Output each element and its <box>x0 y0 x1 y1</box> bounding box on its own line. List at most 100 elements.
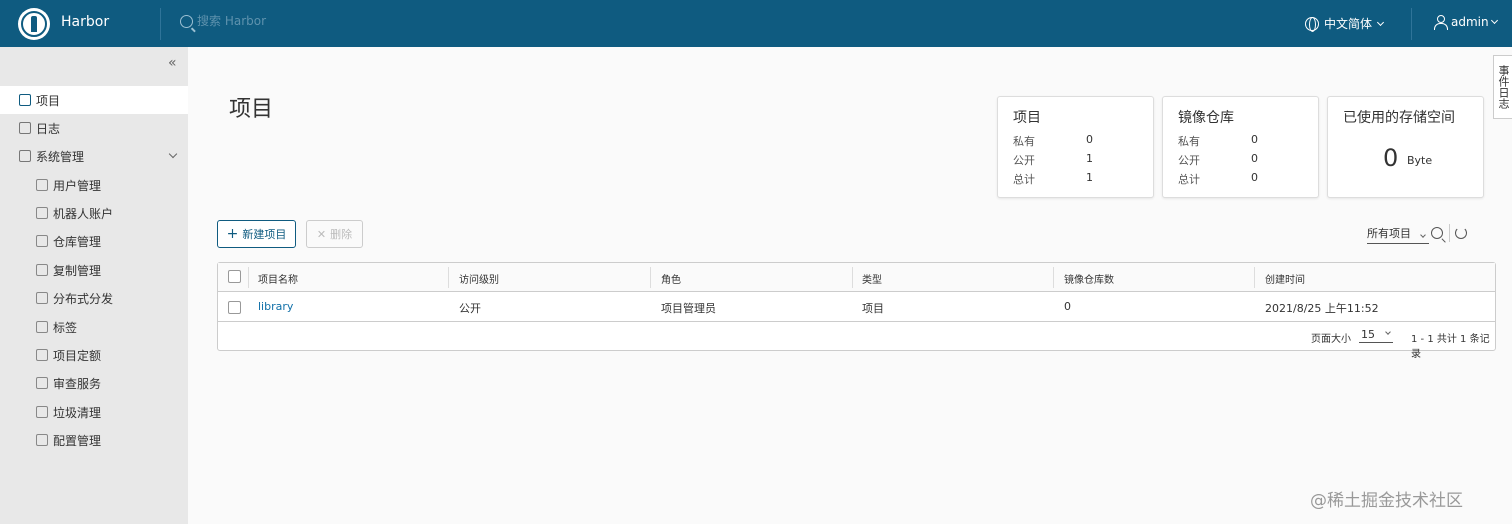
close-icon: ✕ <box>316 227 327 241</box>
robot-icon <box>36 207 48 219</box>
sidebar-item-label: 项目定额 <box>53 348 102 363</box>
sidebar-item-label: 系统管理 <box>36 149 85 164</box>
card-row-value: 1 <box>1086 171 1093 184</box>
delete-button[interactable]: ✕ 删除 <box>306 220 363 248</box>
column-header-role[interactable]: 角色 <box>661 271 681 286</box>
distribution-icon <box>36 292 48 304</box>
event-log-tab[interactable]: 事件日志 <box>1493 55 1512 119</box>
repos-summary-card: 镜像仓库 私有 0 公开 0 总计 0 <box>1162 96 1319 198</box>
sidebar-item-robot-accounts[interactable]: 机器人账户 <box>0 199 188 227</box>
column-divider <box>650 267 651 288</box>
divider <box>1449 224 1450 242</box>
sidebar-item-replications[interactable]: 复制管理 <box>0 256 188 284</box>
sidebar-item-projects[interactable]: 项目 <box>0 86 188 114</box>
sidebar-item-label: 仓库管理 <box>53 234 102 249</box>
log-icon <box>19 122 31 134</box>
chevron-down-icon <box>168 149 178 159</box>
column-divider <box>448 267 449 288</box>
sidebar-item-label: 配置管理 <box>53 433 102 448</box>
search-input[interactable] <box>197 14 397 28</box>
app-title[interactable]: Harbor <box>61 14 109 30</box>
sidebar-item-registries[interactable]: 仓库管理 <box>0 227 188 255</box>
table-row[interactable]: library 公开 项目管理员 项目 0 2021/8/25 上午11:52 <box>218 292 1495 322</box>
card-row-label: 公开 <box>1013 154 1035 167</box>
column-header-created[interactable]: 创建时间 <box>1265 271 1305 286</box>
column-header-repo-count[interactable]: 镜像仓库数 <box>1064 271 1114 286</box>
sidebar-item-label: 垃圾清理 <box>53 405 102 420</box>
sidebar-item-label: 日志 <box>36 121 61 136</box>
sidebar-item-label: 审查服务 <box>53 376 102 391</box>
sidebar-item-administration[interactable]: 系统管理 <box>0 142 188 170</box>
column-header-type[interactable]: 类型 <box>862 271 882 286</box>
filter-label: 所有项目 <box>1367 227 1411 240</box>
collapse-sidebar-icon[interactable]: « <box>168 55 177 71</box>
button-label: 删除 <box>330 228 353 241</box>
divider <box>160 8 161 40</box>
projects-summary-card: 项目 私有 0 公开 1 总计 1 <box>997 96 1154 198</box>
card-title: 已使用的存储空间 <box>1343 110 1455 126</box>
username: admin <box>1451 15 1489 29</box>
search-icon[interactable] <box>1431 227 1443 239</box>
column-divider <box>852 267 853 288</box>
globe-icon <box>1305 16 1319 32</box>
sidebar-item-interrogation[interactable]: 审查服务 <box>0 369 188 397</box>
creation-time: 2021/8/25 上午11:52 <box>1265 302 1379 315</box>
chevron-down-icon <box>1490 16 1498 25</box>
sidebar-item-users[interactable]: 用户管理 <box>0 171 188 199</box>
storage-summary-card: 已使用的存储空间 0 Byte <box>1327 96 1484 198</box>
project-filter-select[interactable]: 所有项目 <box>1367 225 1429 244</box>
refresh-icon[interactable] <box>1455 227 1467 239</box>
users-icon <box>36 179 48 191</box>
admin-icon <box>19 150 31 162</box>
sidebar-item-label: 分布式分发 <box>53 291 114 306</box>
chevron-down-icon <box>1385 329 1391 335</box>
column-divider <box>1053 267 1054 288</box>
sidebar-item-distribution[interactable]: 分布式分发 <box>0 284 188 312</box>
top-nav: Harbor 中文简体 admin <box>0 0 1512 47</box>
sidebar-item-configuration[interactable]: 配置管理 <box>0 426 188 454</box>
repo-count: 0 <box>1064 300 1071 313</box>
new-project-button[interactable]: + 新建项目 <box>217 220 296 248</box>
projects-table: 项目名称 访问级别 角色 类型 镜像仓库数 创建时间 library 公开 项目… <box>217 262 1496 360</box>
sidebar: « 项目 日志 系统管理 用户管理 机器人账户 仓库管理 复制管理 分布式分发 … <box>0 47 188 524</box>
page-title: 项目 <box>229 97 274 122</box>
card-row-value: 0 <box>1086 133 1093 146</box>
plus-icon: + <box>226 226 239 242</box>
registry-icon <box>36 235 48 247</box>
language-selector[interactable]: 中文简体 <box>1305 15 1385 32</box>
column-header-access[interactable]: 访问级别 <box>459 271 499 286</box>
type: 项目 <box>862 302 884 315</box>
row-checkbox[interactable] <box>228 301 241 314</box>
sidebar-item-gc[interactable]: 垃圾清理 <box>0 398 188 426</box>
button-label: 新建项目 <box>242 228 287 241</box>
sidebar-item-logs[interactable]: 日志 <box>0 114 188 142</box>
card-row-label: 私有 <box>1013 135 1035 148</box>
sidebar-item-labels[interactable]: 标签 <box>0 313 188 341</box>
card-row-value: 1 <box>1086 152 1093 165</box>
page-size-select[interactable]: 15 <box>1359 328 1393 343</box>
sidebar-item-label: 标签 <box>53 320 78 335</box>
search-icon <box>180 14 193 28</box>
card-title: 项目 <box>1013 110 1041 126</box>
card-row-label: 总计 <box>1178 173 1200 186</box>
column-divider <box>248 267 249 288</box>
sidebar-item-quotas[interactable]: 项目定额 <box>0 341 188 369</box>
watermark: @稀土掘金技术社区 <box>1310 491 1463 511</box>
card-row-value: 0 <box>1251 171 1258 184</box>
storage-value: 0 <box>1383 144 1399 172</box>
harbor-logo[interactable] <box>18 8 50 40</box>
column-header-name[interactable]: 项目名称 <box>258 271 298 286</box>
chevron-down-icon <box>1419 232 1426 238</box>
divider <box>1411 8 1412 40</box>
role: 项目管理员 <box>661 302 716 315</box>
chevron-down-icon <box>1376 18 1385 26</box>
replication-icon <box>36 264 48 276</box>
card-row-value: 0 <box>1251 133 1258 146</box>
sidebar-item-label: 用户管理 <box>53 178 102 193</box>
user-menu[interactable]: admin <box>1434 15 1498 30</box>
sidebar-item-label: 项目 <box>36 93 61 108</box>
project-name-link[interactable]: library <box>258 300 293 313</box>
global-search[interactable] <box>180 14 397 28</box>
column-divider <box>1254 267 1255 288</box>
select-all-checkbox[interactable] <box>228 270 241 283</box>
